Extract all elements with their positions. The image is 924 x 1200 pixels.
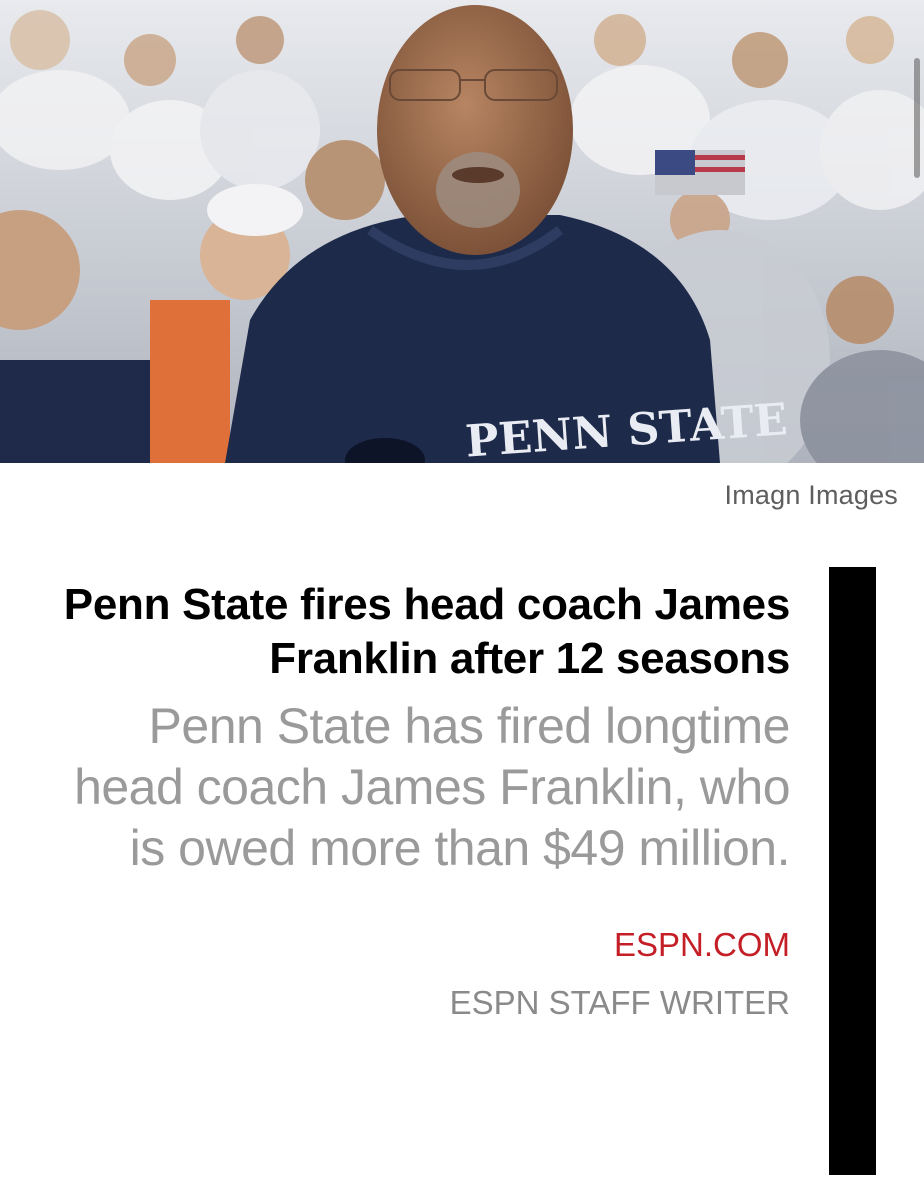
source-link[interactable]: ESPN.COM: [40, 925, 790, 965]
article-card[interactable]: Penn State fires head coach James Frankl…: [40, 578, 791, 1023]
photo-illustration: PENN STATE: [0, 0, 924, 463]
article-headline[interactable]: Penn State fires head coach James Frankl…: [40, 578, 791, 686]
scroll-indicator[interactable]: [914, 58, 920, 178]
article-dek: Penn State has fired longtime head coach…: [74, 698, 790, 876]
article-photo[interactable]: PENN STATE: [0, 0, 924, 463]
photo-credit: Imagn Images: [724, 480, 898, 510]
accent-bar: [829, 567, 876, 1175]
byline: ESPN STAFF WRITER: [449, 984, 790, 1021]
